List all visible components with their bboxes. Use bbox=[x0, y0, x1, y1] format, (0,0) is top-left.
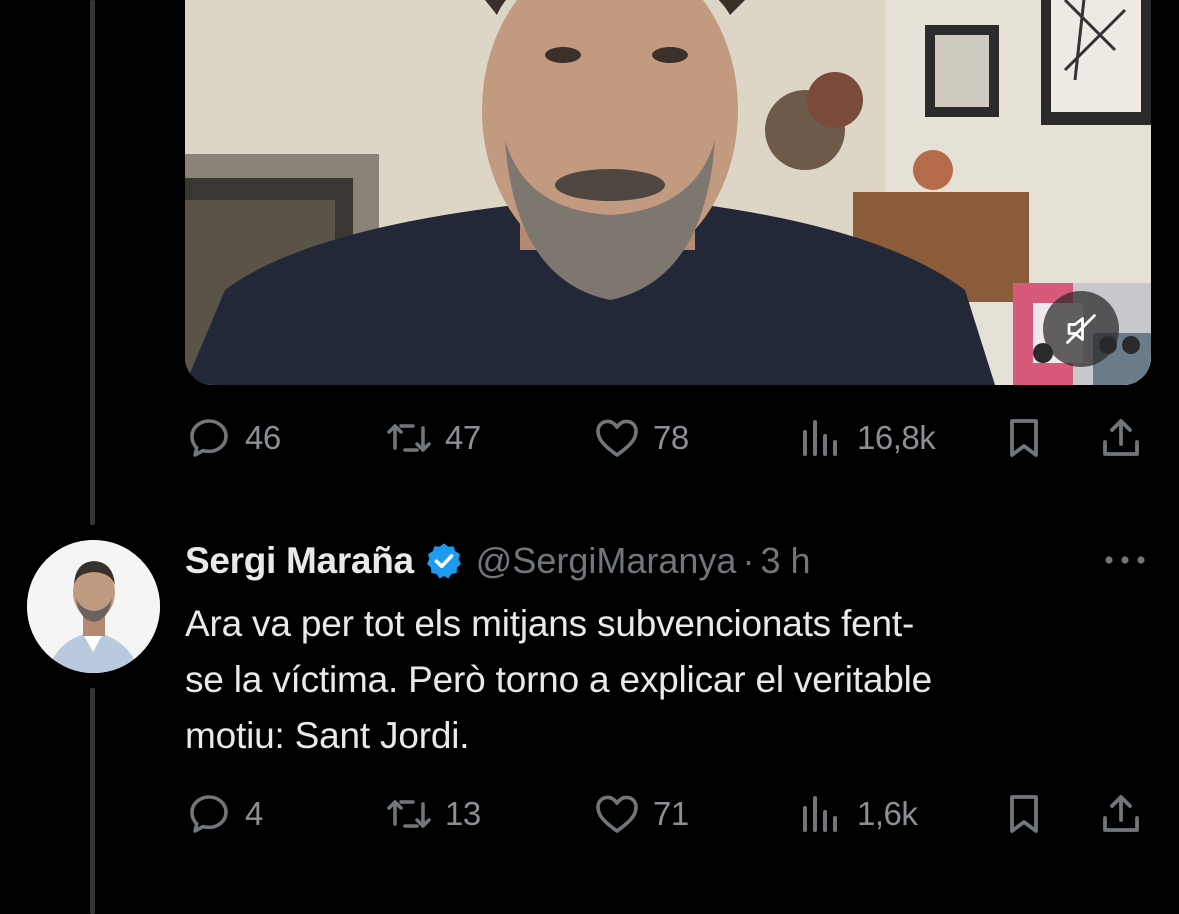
verified-badge-icon bbox=[426, 543, 461, 579]
views-button[interactable]: 1,6k bbox=[797, 784, 918, 844]
retweet-button[interactable]: 47 bbox=[385, 408, 481, 468]
tweet-text: Ara va per tot els mitjans subvencionats… bbox=[185, 603, 932, 756]
bar-chart-icon bbox=[803, 420, 837, 456]
share-button[interactable] bbox=[1097, 408, 1145, 468]
bookmark-button[interactable] bbox=[1000, 408, 1048, 468]
bar-chart-icon bbox=[803, 796, 837, 832]
avatar[interactable] bbox=[27, 540, 160, 673]
retweet-count: 47 bbox=[445, 419, 481, 456]
separator-dot: · bbox=[742, 540, 755, 581]
bookmark-icon bbox=[1010, 795, 1038, 833]
share-button[interactable] bbox=[1097, 784, 1145, 844]
thread-line-top bbox=[90, 0, 95, 525]
reply-count: 46 bbox=[245, 419, 281, 456]
video-player[interactable] bbox=[185, 0, 1151, 385]
retweet-button[interactable]: 13 bbox=[385, 784, 481, 844]
retweet-count: 13 bbox=[445, 795, 481, 832]
share-icon bbox=[1103, 795, 1139, 832]
views-button[interactable]: 16,8k bbox=[797, 408, 936, 468]
speech-bubble-icon bbox=[190, 795, 228, 833]
bookmark-icon bbox=[1010, 419, 1038, 457]
reply-button[interactable]: 4 bbox=[185, 784, 263, 844]
thread-line-bottom bbox=[90, 688, 95, 914]
tweet-actions-bar: 46 47 78 16,8k bbox=[185, 408, 1155, 468]
video-frame bbox=[185, 0, 1151, 385]
heart-icon bbox=[596, 795, 638, 833]
handle[interactable]: @SergiMaranya bbox=[476, 540, 737, 582]
like-button[interactable]: 78 bbox=[593, 408, 689, 468]
like-count: 78 bbox=[653, 419, 689, 456]
reply-button[interactable]: 46 bbox=[185, 408, 281, 468]
views-count: 1,6k bbox=[857, 795, 918, 832]
timestamp[interactable]: 3 h bbox=[760, 540, 810, 582]
views-count: 16,8k bbox=[857, 419, 936, 456]
more-icon[interactable] bbox=[1100, 548, 1150, 572]
retweet-icon bbox=[387, 424, 431, 452]
reply-count: 4 bbox=[245, 795, 263, 832]
share-icon bbox=[1103, 419, 1139, 456]
profile-photo bbox=[27, 540, 160, 673]
reply-tweet-actions-bar: 4 13 71 1,6k bbox=[185, 784, 1155, 844]
tweet-header: Sergi Maraña @SergiMaranya · 3 h bbox=[185, 536, 810, 586]
muted-speaker-icon bbox=[1066, 314, 1096, 344]
display-name[interactable]: Sergi Maraña bbox=[185, 540, 414, 582]
timeline: 46 47 78 16,8k Sergi Maraña @SergiMarany… bbox=[0, 0, 1179, 914]
speech-bubble-icon bbox=[190, 419, 228, 457]
like-button[interactable]: 71 bbox=[593, 784, 689, 844]
heart-icon bbox=[596, 419, 638, 457]
mute-toggle-button[interactable] bbox=[1043, 291, 1119, 367]
bookmark-button[interactable] bbox=[1000, 784, 1048, 844]
retweet-icon bbox=[387, 800, 431, 828]
like-count: 71 bbox=[653, 795, 689, 832]
